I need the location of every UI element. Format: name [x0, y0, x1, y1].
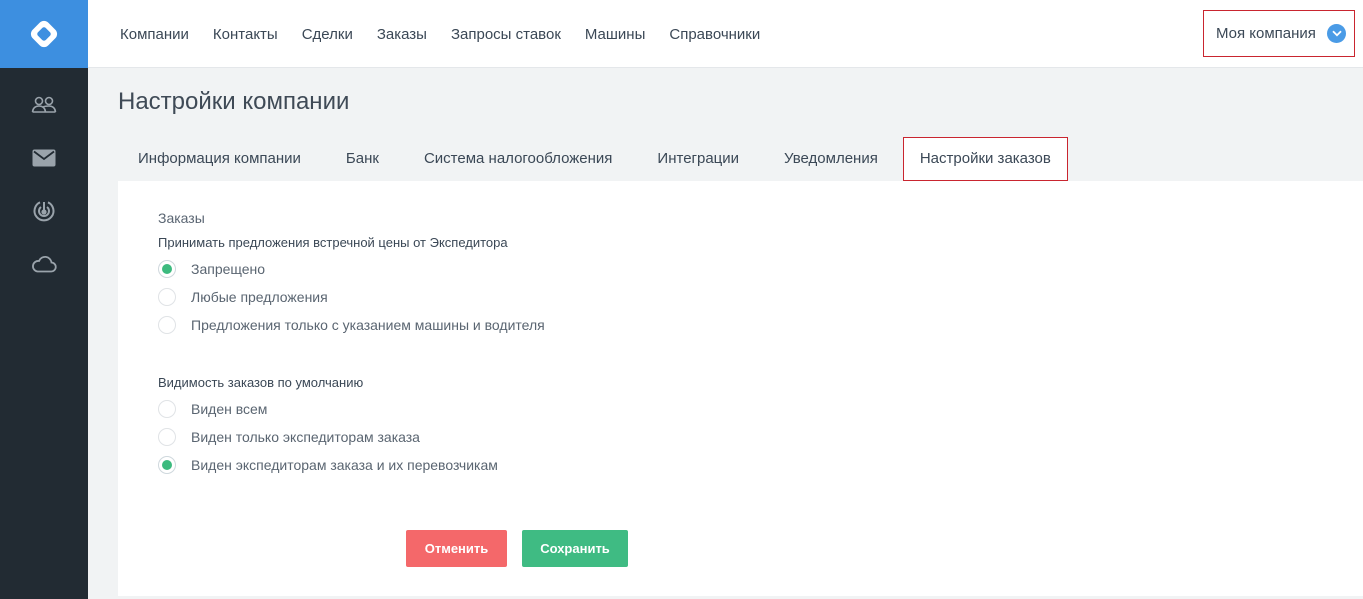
radio-button[interactable] — [158, 316, 176, 334]
users-icon — [31, 96, 57, 113]
company-menu-label: Моя компания — [1216, 25, 1316, 42]
radio-button[interactable] — [158, 288, 176, 306]
radio-counter-any[interactable]: Любые предложения — [158, 287, 328, 307]
top-bar: Компании Контакты Сделки Заказы Запросы … — [88, 0, 1363, 68]
radio-button-selected[interactable] — [158, 260, 176, 278]
sidebar — [0, 0, 88, 599]
sidebar-item-mail[interactable] — [0, 131, 88, 184]
save-button[interactable]: Сохранить — [522, 530, 628, 567]
visibility-question: Видимость заказов по умолчанию — [158, 375, 364, 390]
radio-counter-with-vehicle[interactable]: Предложения только с указанием машины и … — [158, 315, 545, 335]
radio-button[interactable] — [158, 428, 176, 446]
nav-item-companies[interactable]: Компании — [120, 26, 189, 43]
radio-label: Виден только экспедиторам заказа — [191, 429, 420, 445]
radio-label: Предложения только с указанием машины и … — [191, 317, 545, 333]
section-title-orders: Заказы — [158, 210, 205, 226]
sidebar-item-cloud[interactable] — [0, 237, 88, 290]
tab-taxation[interactable]: Система налогообложения — [404, 137, 632, 181]
cancel-button[interactable]: Отменить — [406, 530, 507, 567]
nav-item-references[interactable]: Справочники — [669, 26, 760, 43]
logo[interactable] — [0, 0, 88, 68]
nav-item-deals[interactable]: Сделки — [302, 26, 353, 43]
radio-label: Запрещено — [191, 261, 266, 277]
settings-tabs: Информация компании Банк Система налогоо… — [118, 137, 1073, 181]
sidebar-item-contacts[interactable] — [0, 78, 88, 131]
nav-item-rate-requests[interactable]: Запросы ставок — [451, 26, 561, 43]
company-menu[interactable]: Моя компания — [1203, 10, 1355, 57]
order-settings-panel: Заказы Принимать предложения встречной ц… — [118, 181, 1363, 596]
nav-item-contacts[interactable]: Контакты — [213, 26, 278, 43]
cloud-icon — [32, 255, 57, 272]
radio-counter-forbidden[interactable]: Запрещено — [158, 259, 265, 279]
main-nav: Компании Контакты Сделки Заказы Запросы … — [120, 0, 784, 68]
tab-company-info[interactable]: Информация компании — [118, 137, 321, 181]
nav-item-orders[interactable]: Заказы — [377, 26, 427, 43]
radio-button-selected[interactable] — [158, 456, 176, 474]
radio-visible-forwarders-carriers[interactable]: Виден экспедиторам заказа и их перевозчи… — [158, 455, 498, 475]
radio-button[interactable] — [158, 400, 176, 418]
tab-notifications[interactable]: Уведомления — [764, 137, 898, 181]
nav-item-vehicles[interactable]: Машины — [585, 26, 645, 43]
sidebar-item-radar[interactable] — [0, 184, 88, 237]
counter-offer-question: Принимать предложения встречной цены от … — [158, 235, 508, 250]
tab-integrations[interactable]: Интеграции — [637, 137, 759, 181]
page-title: Настройки компании — [118, 88, 350, 115]
radio-label: Виден экспедиторам заказа и их перевозчи… — [191, 457, 498, 473]
tab-order-settings[interactable]: Настройки заказов — [902, 137, 1068, 181]
radio-visible-all[interactable]: Виден всем — [158, 399, 267, 419]
radio-visible-forwarders[interactable]: Виден только экспедиторам заказа — [158, 427, 420, 447]
mail-icon — [32, 149, 56, 166]
radar-icon — [33, 200, 55, 221]
tab-bank[interactable]: Банк — [326, 137, 399, 181]
radio-label: Виден всем — [191, 401, 268, 417]
chevron-down-icon[interactable] — [1327, 24, 1346, 43]
diamond-logo-icon — [30, 20, 58, 48]
radio-label: Любые предложения — [191, 289, 328, 305]
